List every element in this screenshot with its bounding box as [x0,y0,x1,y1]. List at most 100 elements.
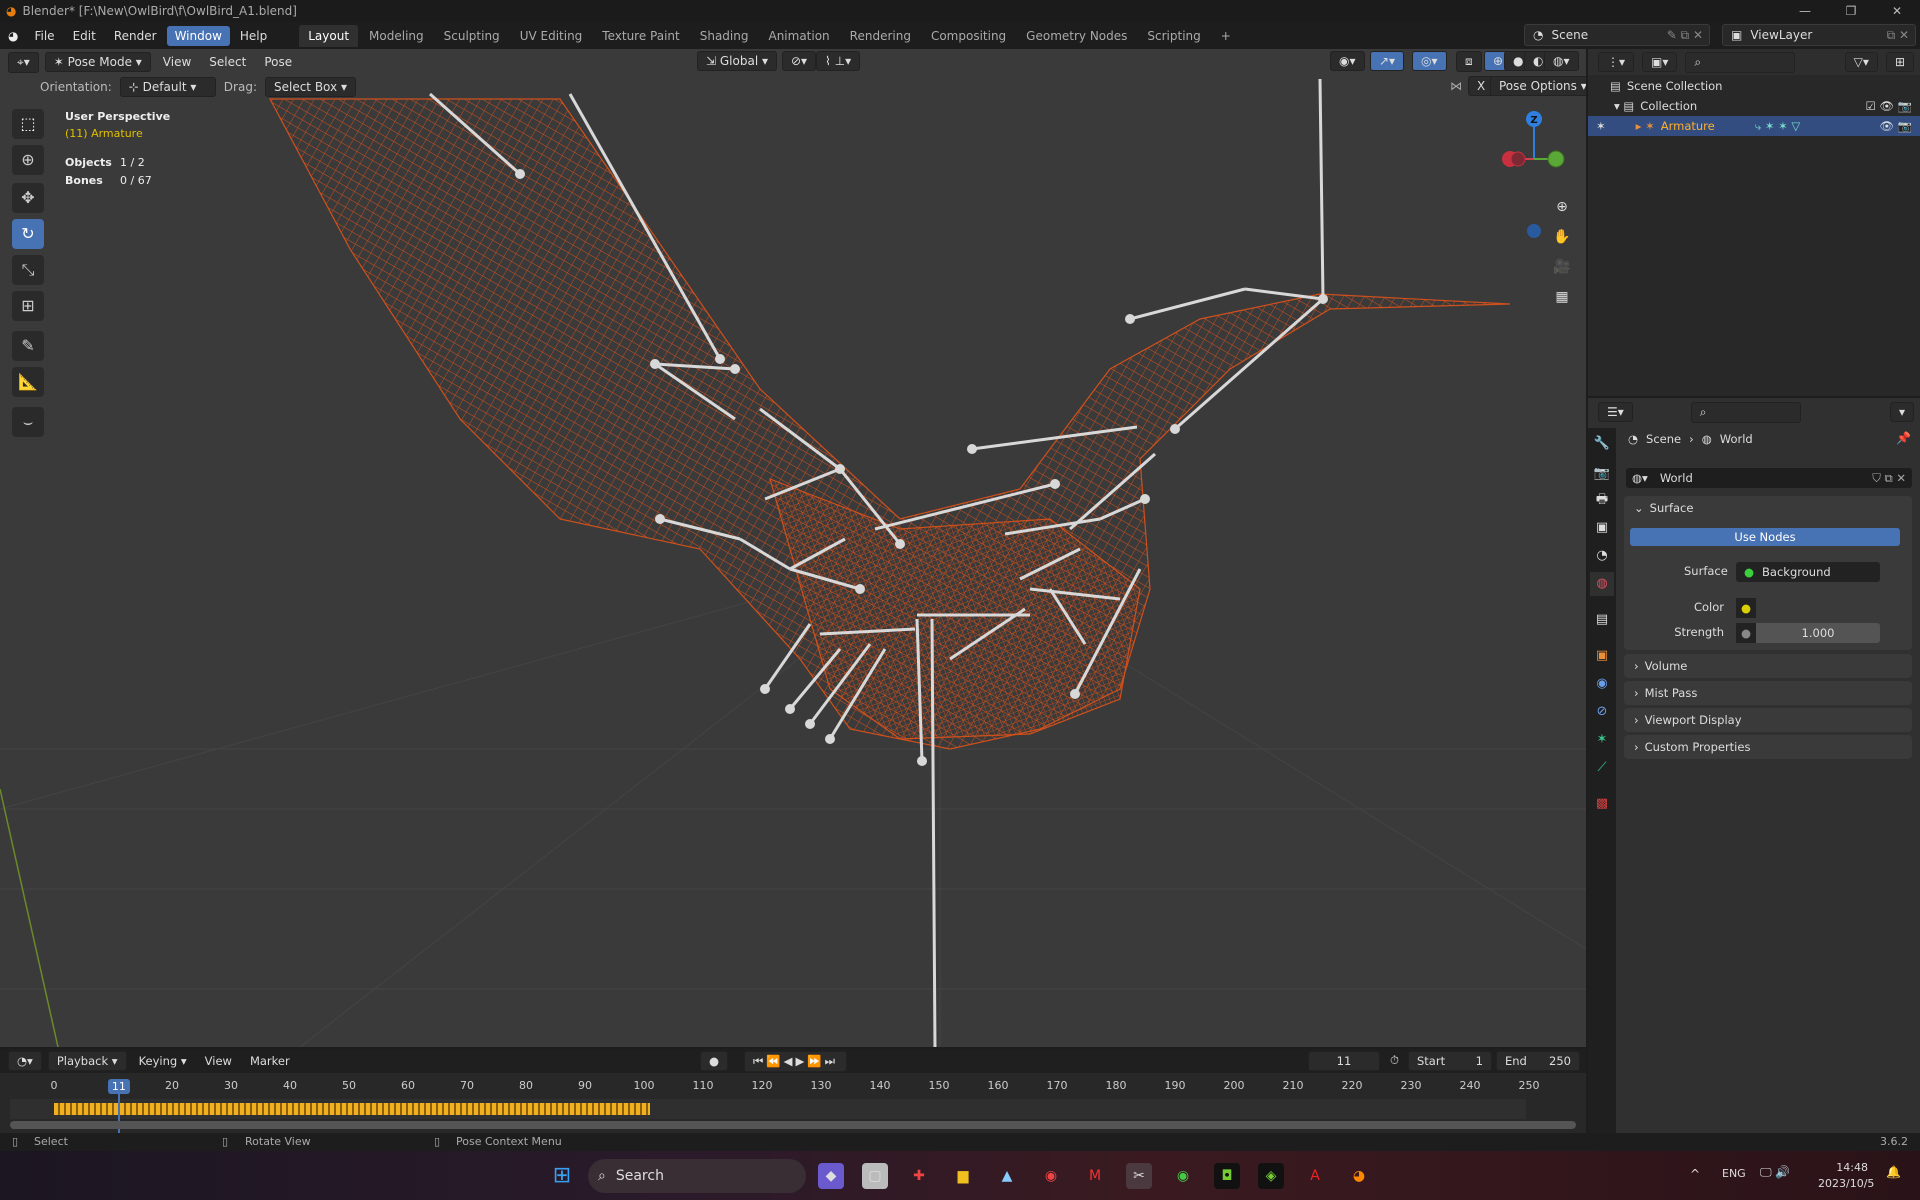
copy-icon[interactable]: ⧉ ✕ [1887,28,1915,43]
perspective-toggle-icon[interactable]: ▦ [1550,285,1574,309]
transform-tool[interactable]: ⊞ [12,291,44,321]
scene-selector[interactable]: ◔ Scene ✎ ⧉ ✕ [1524,24,1710,46]
menu-pose[interactable]: Pose [258,53,298,71]
world-datablock-selector[interactable]: ◍▾ World ⛉ ⧉ ✕ [1626,468,1912,488]
pose-mode-icon[interactable]: ✶ [1596,119,1606,133]
navigation-gizmo[interactable]: Z [1496,107,1570,243]
menu-view[interactable]: View [157,53,197,71]
pivot-point-icon[interactable]: ⊘▾ [782,51,817,71]
collection-tab-icon[interactable]: ▤ [1590,608,1614,632]
tool-tab-icon[interactable]: 🔧 [1590,432,1614,456]
end-frame-field[interactable]: End 250 [1496,1051,1580,1071]
taskview-icon[interactable]: ▢ [862,1163,888,1189]
transform-orientation-selector[interactable]: ⇲ Global ▾ [697,51,777,71]
clock-time[interactable]: 14:48 [1822,1161,1868,1174]
outliner-item-armature[interactable]: ✶ ▸ ✶ Armature ⤷ ✶ ✶ ▽ 👁 📷 [1588,116,1920,136]
measure-tool[interactable]: 📐 [12,367,44,397]
acrobat-icon[interactable]: A [1302,1163,1328,1189]
viewport-display-panel[interactable]: › Viewport Display [1624,708,1912,732]
clock-date[interactable]: 2023/10/5 [1818,1177,1874,1190]
annotate-tool[interactable]: ✎ [12,331,44,361]
rotate-tool[interactable]: ↻ [12,219,44,249]
menu-help[interactable]: Help [232,26,275,46]
select-box-tool[interactable]: ⬚ [12,109,44,139]
color-field[interactable]: ● [1736,598,1880,618]
app-green-icon[interactable]: ◘ [1214,1163,1240,1189]
menu-edit[interactable]: Edit [65,26,104,46]
chrome-icon[interactable]: ◉ [1038,1163,1064,1189]
texture-tab-icon[interactable]: ▩ [1590,792,1614,816]
menu-select[interactable]: Select [203,53,252,71]
file-explorer-icon[interactable]: ▆ [950,1163,976,1189]
current-frame-marker[interactable]: 11 [107,1079,130,1094]
keying-menu[interactable]: Keying ▾ [133,1052,193,1070]
object-tab-icon[interactable]: ▣ [1590,644,1614,668]
windows-start-icon[interactable]: ⊞ [549,1163,575,1189]
language-indicator[interactable]: ENG [1722,1167,1746,1180]
mail-icon[interactable]: M [1082,1163,1108,1189]
rendered-shading-icon[interactable]: ◍▾ [1544,51,1579,71]
tab-sculpting[interactable]: Sculpting [435,25,509,47]
menu-render[interactable]: Render [106,26,165,46]
object-data-tab-icon[interactable]: ✶ [1590,728,1614,752]
world-tab-icon[interactable]: ◍ [1590,572,1614,596]
relax-tool[interactable]: ⌣ [12,407,44,437]
editor-type-icon[interactable]: ⌖▾ [8,51,39,73]
view-layer-filter-icon[interactable]: ▣▾ [1642,52,1678,72]
app-green2-icon[interactable]: ◈ [1258,1163,1284,1189]
pin-icon[interactable]: ✎ ⧉ ✕ [1667,28,1709,43]
marker-menu[interactable]: Marker [244,1052,296,1070]
outliner-item-collection[interactable]: ▾ ▤ Collection ☑ 👁 📷 [1588,96,1920,116]
filter-icon[interactable]: ▽▾ [1844,52,1878,72]
output-tab-icon[interactable]: 🖶 [1590,488,1614,512]
blender-taskbar-icon[interactable]: ◕ [1346,1163,1372,1189]
surface-shader-selector[interactable]: ● Background [1736,562,1880,582]
stopwatch-icon[interactable]: ⏱ [1390,1053,1399,1068]
tab-modeling[interactable]: Modeling [360,25,433,47]
view-menu[interactable]: View [199,1052,238,1070]
bone-tab-icon[interactable]: ⟋ [1590,756,1614,780]
scale-tool[interactable]: ⤡ [12,255,44,285]
tab-animation[interactable]: Animation [759,25,838,47]
tab-rendering[interactable]: Rendering [841,25,920,47]
volume-panel[interactable]: › Volume [1624,654,1912,678]
move-tool[interactable]: ✥ [12,183,44,213]
pin-icon[interactable]: 📌 [1896,431,1911,445]
cursor-tool[interactable]: ⊕ [12,145,44,175]
mist-pass-panel[interactable]: › Mist Pass [1624,681,1912,705]
close-button[interactable]: ✕ [1874,0,1920,22]
timeline-scrollbar[interactable] [10,1121,1576,1129]
chrome-alt-icon[interactable]: ◉ [1170,1163,1196,1189]
blender-menu-icon[interactable]: ◕ [8,29,18,43]
snap-icon[interactable]: ⌇ ⊥▾ [816,51,861,71]
outliner-item-scene-collection[interactable]: ▤ Scene Collection [1588,76,1920,96]
keyframes[interactable] [54,1103,650,1115]
add-workspace-button[interactable]: + [1212,25,1240,47]
properties-search-input[interactable]: ⌕ [1690,401,1801,423]
visibility-toggles[interactable]: ☑ 👁 📷 [1865,99,1912,113]
constraints-tab-icon[interactable]: ⊘ [1590,700,1614,724]
expand-icon[interactable]: ▾ ▤ [1614,99,1634,113]
tab-texture-paint[interactable]: Texture Paint [593,25,688,47]
pan-hand-icon[interactable]: ✋ [1550,225,1574,249]
timeline-editor-icon[interactable]: ◔▾ [8,1051,42,1071]
maximize-button[interactable]: ❐ [1828,0,1874,22]
pose-options-dropdown[interactable]: Pose Options ▾ [1490,76,1586,96]
tray-chevron-icon[interactable]: ^ [1690,1167,1700,1181]
camera-view-icon[interactable]: 🎥 [1550,255,1574,279]
datablock-actions[interactable]: ⛉ ⧉ ✕ [1872,471,1912,486]
tab-compositing[interactable]: Compositing [922,25,1015,47]
tab-geometry-nodes[interactable]: Geometry Nodes [1017,25,1136,47]
drag-dropdown[interactable]: Select Box ▾ [264,77,356,97]
tab-scripting[interactable]: Scripting [1138,25,1209,47]
custom-properties-panel[interactable]: › Custom Properties [1624,735,1912,759]
view-layer-selector[interactable]: ▣ ViewLayer ⧉ ✕ [1722,24,1916,46]
use-nodes-button[interactable]: Use Nodes [1630,528,1900,546]
snipping-icon[interactable]: ✂ [1126,1163,1152,1189]
scene-tab-icon[interactable]: ◔ [1590,544,1614,568]
start-frame-field[interactable]: Start 1 [1408,1051,1492,1071]
overlay-toggle-icon[interactable]: ◎▾ [1412,51,1447,71]
current-frame-field[interactable]: 11 [1308,1051,1380,1071]
copilot-icon[interactable]: ◆ [818,1163,844,1189]
playback-menu[interactable]: Playback ▾ [47,1051,127,1071]
